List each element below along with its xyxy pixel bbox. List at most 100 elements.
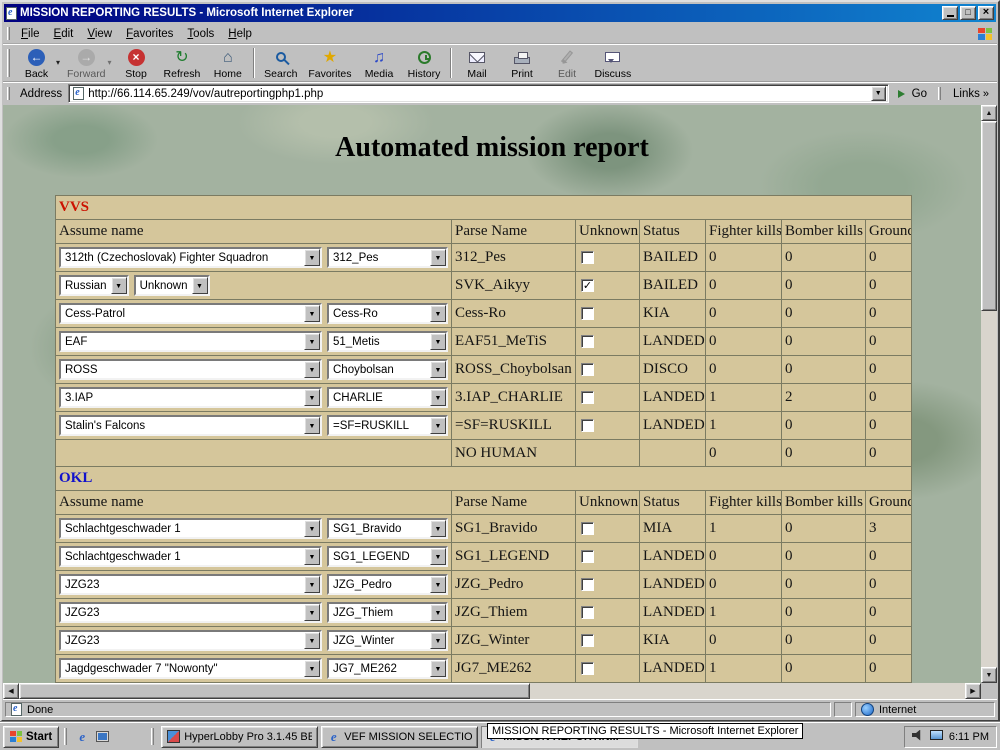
scroll-left-icon[interactable]: ◀ bbox=[3, 683, 19, 699]
pilot-select[interactable]: JG7_ME262▼ bbox=[327, 658, 448, 679]
chevron-down-icon[interactable]: ▼ bbox=[304, 249, 320, 266]
toolbar-stop-button[interactable]: ×Stop bbox=[114, 46, 159, 80]
chevron-down-icon[interactable]: ▼ bbox=[304, 576, 320, 593]
pilot-select[interactable]: JZG_Thiem▼ bbox=[327, 602, 448, 623]
squadron-select[interactable]: Schlachtgeschwader 1▼ bbox=[59, 518, 322, 539]
chevron-down-icon[interactable]: ▼ bbox=[304, 305, 320, 322]
squadron-select[interactable]: JZG23▼ bbox=[59, 630, 322, 651]
toolbar-history-button[interactable]: History bbox=[402, 46, 447, 80]
vertical-scroll-track[interactable] bbox=[981, 121, 997, 667]
scroll-down-icon[interactable]: ▼ bbox=[981, 667, 997, 683]
chevron-down-icon[interactable]: ▼ bbox=[430, 249, 446, 266]
chevron-down-icon[interactable]: ▼ bbox=[430, 632, 446, 649]
maximize-button[interactable]: □ bbox=[960, 6, 976, 20]
toolbar-home-button[interactable]: ⌂Home bbox=[205, 46, 250, 80]
chevron-down-icon[interactable]: ▼ bbox=[304, 520, 320, 537]
tasks-grip[interactable] bbox=[151, 728, 154, 745]
squadron-select[interactable]: 312th (Czechoslovak) Fighter Squadron▼ bbox=[59, 247, 322, 268]
pilot-select[interactable]: 312_Pes▼ bbox=[327, 247, 448, 268]
quicklaunch-grip[interactable] bbox=[64, 728, 67, 745]
chevron-down-icon[interactable]: ▼ bbox=[304, 333, 320, 350]
unknown-checkbox[interactable] bbox=[581, 662, 594, 675]
pilot-select[interactable]: SG1_LEGEND▼ bbox=[327, 546, 448, 567]
chevron-down-icon[interactable]: ▼ bbox=[430, 417, 446, 434]
chevron-down-icon[interactable]: ▼ bbox=[430, 361, 446, 378]
unknown-checkbox[interactable] bbox=[581, 578, 594, 591]
unknown-checkbox[interactable] bbox=[581, 307, 594, 320]
squadron-select[interactable]: EAF▼ bbox=[59, 331, 322, 352]
address-input[interactable]: http://66.114.65.249/vov/autreportingphp… bbox=[68, 84, 888, 103]
chevron-down-icon[interactable]: ▼ bbox=[430, 305, 446, 322]
pilot-select[interactable]: =SF=RUSKILL▼ bbox=[327, 415, 448, 436]
title-bar[interactable]: MISSION REPORTING RESULTS - Microsoft In… bbox=[4, 4, 996, 22]
pilot-select[interactable]: SG1_Bravido▼ bbox=[327, 518, 448, 539]
unknown-checkbox[interactable] bbox=[581, 606, 594, 619]
menu-help[interactable]: Help bbox=[221, 26, 259, 42]
squadron-select[interactable]: Schlachtgeschwader 1▼ bbox=[59, 546, 322, 567]
dropdown-caret-icon[interactable]: ▾ bbox=[56, 58, 60, 80]
start-button[interactable]: Start bbox=[3, 726, 59, 748]
squadron-select[interactable]: ROSS▼ bbox=[59, 359, 322, 380]
menu-grip[interactable] bbox=[7, 27, 10, 40]
chevron-down-icon[interactable]: ▼ bbox=[430, 576, 446, 593]
ie-window-icon[interactable] bbox=[6, 7, 17, 20]
links-bar[interactable]: Links » bbox=[949, 88, 993, 100]
vertical-scroll-thumb[interactable] bbox=[981, 121, 997, 311]
chevron-down-icon[interactable]: ▼ bbox=[430, 548, 446, 565]
squadron-select[interactable]: 3.IAP▼ bbox=[59, 387, 322, 408]
close-button[interactable]: × bbox=[978, 6, 994, 20]
scroll-right-icon[interactable]: ▶ bbox=[965, 683, 981, 699]
tray-display[interactable] bbox=[930, 730, 943, 743]
scroll-up-icon[interactable]: ▲ bbox=[981, 105, 997, 121]
unknown-checkbox[interactable] bbox=[581, 419, 594, 432]
chevron-down-icon[interactable]: ▼ bbox=[304, 660, 320, 677]
unknown-checkbox[interactable] bbox=[581, 522, 594, 535]
toolbar-discuss-button[interactable]: Discuss bbox=[590, 46, 637, 80]
pilot-select[interactable]: 51_Metis▼ bbox=[327, 331, 448, 352]
unknown-checkbox[interactable] bbox=[581, 391, 594, 404]
toolbar-grip[interactable] bbox=[7, 49, 10, 77]
menu-edit[interactable]: Edit bbox=[47, 26, 81, 42]
go-button[interactable]: Go bbox=[893, 88, 932, 100]
unknown-checkbox[interactable] bbox=[581, 363, 594, 376]
horizontal-scrollbar[interactable]: ◀ ▶ bbox=[3, 683, 981, 699]
unknown-checkbox[interactable] bbox=[581, 634, 594, 647]
menu-favorites[interactable]: Favorites bbox=[119, 26, 180, 42]
menu-file[interactable]: File bbox=[14, 26, 47, 42]
chevron-down-icon[interactable]: ▼ bbox=[430, 520, 446, 537]
tray-volume[interactable] bbox=[912, 730, 924, 744]
squadron-select[interactable]: Stalin's Falcons▼ bbox=[59, 415, 322, 436]
chevron-down-icon[interactable]: ▼ bbox=[304, 604, 320, 621]
menu-tools[interactable]: Tools bbox=[180, 26, 221, 42]
task-button-2[interactable]: eVEF MISSION SELECTIO... bbox=[321, 726, 478, 748]
toolbar-search-button[interactable]: Search bbox=[258, 46, 303, 80]
pilot-select[interactable]: Cess-Ro▼ bbox=[327, 303, 448, 324]
links-grip[interactable] bbox=[938, 87, 941, 100]
pilot-select[interactable]: CHARLIE▼ bbox=[327, 387, 448, 408]
toolbar-refresh-button[interactable]: ↻Refresh bbox=[159, 46, 206, 80]
chevron-down-icon[interactable]: ▼ bbox=[192, 277, 208, 294]
toolbar-mail-button[interactable]: Mail bbox=[455, 46, 500, 80]
minimize-button[interactable] bbox=[942, 6, 958, 20]
toolbar-media-button[interactable]: ♫Media bbox=[357, 46, 402, 80]
pilot-select[interactable]: Choybolsan▼ bbox=[327, 359, 448, 380]
squadron-select[interactable]: JZG23▼ bbox=[59, 602, 322, 623]
unknown-checkbox[interactable] bbox=[581, 335, 594, 348]
quicklaunch-show-desktop[interactable] bbox=[94, 728, 110, 746]
horizontal-scroll-thumb[interactable] bbox=[19, 683, 530, 699]
vertical-scrollbar[interactable]: ▲ ▼ bbox=[981, 105, 997, 683]
unknown-checkbox[interactable] bbox=[581, 550, 594, 563]
squadron-select[interactable]: Cess-Patrol▼ bbox=[59, 303, 322, 324]
unknown-checkbox[interactable] bbox=[581, 251, 594, 264]
unknown-checkbox[interactable]: ✓ bbox=[581, 279, 594, 292]
chevron-down-icon[interactable]: ▼ bbox=[430, 604, 446, 621]
pilot-select[interactable]: JZG_Winter▼ bbox=[327, 630, 448, 651]
chevron-down-icon[interactable]: ▼ bbox=[304, 632, 320, 649]
chevron-down-icon[interactable]: ▼ bbox=[111, 277, 127, 294]
menu-view[interactable]: View bbox=[80, 26, 119, 42]
toolbar-back-button[interactable]: ←Back bbox=[14, 46, 59, 80]
chevron-down-icon[interactable]: ▼ bbox=[304, 548, 320, 565]
chevron-down-icon[interactable]: ▼ bbox=[304, 361, 320, 378]
squadron-select[interactable]: Jagdgeschwader 7 "Nowonty"▼ bbox=[59, 658, 322, 679]
chevron-down-icon[interactable]: ▼ bbox=[430, 660, 446, 677]
